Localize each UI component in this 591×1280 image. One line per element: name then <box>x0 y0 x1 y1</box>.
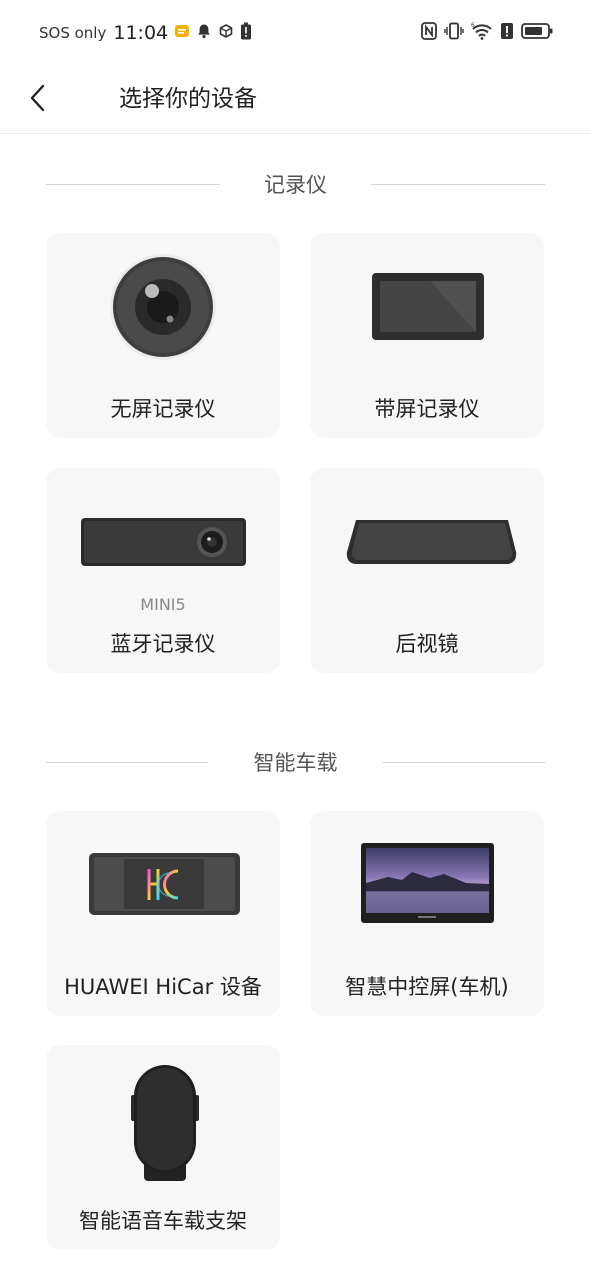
alert-battery-icon <box>240 22 252 44</box>
device-card-screen-recorder[interactable]: 带屏记录仪 <box>310 233 544 438</box>
status-time: 11:04 <box>113 22 169 44</box>
rearview-mirror-icon <box>346 520 517 564</box>
device-model: MINI5 <box>140 595 186 614</box>
device-name: 后视镜 <box>395 632 459 656</box>
device-card-rearview-mirror[interactable]: 后视镜 <box>310 468 544 673</box>
chevron-left-icon <box>30 84 45 112</box>
device-name: 无屏记录仪 <box>110 397 216 421</box>
status-right: 6 <box>421 22 553 44</box>
svg-text:6: 6 <box>471 22 475 29</box>
round-camera-icon <box>110 254 216 360</box>
page-title: 选择你的设备 <box>119 86 257 112</box>
vibrate-icon <box>444 22 464 44</box>
device-name: 智能语音车载支架 <box>79 1209 247 1233</box>
message-icon <box>174 23 190 43</box>
section-header-recorder: 记录仪 <box>46 169 545 199</box>
bell-icon <box>196 23 212 43</box>
device-card-center-console[interactable]: 智慧中控屏(车机) <box>310 811 544 1016</box>
center-console-screen-icon <box>361 843 494 923</box>
battery-icon <box>521 22 553 44</box>
section-label: 智能车载 <box>253 751 338 775</box>
section-label: 记录仪 <box>264 173 327 197</box>
wifi-icon: 6 <box>471 22 493 44</box>
hicar-display-icon <box>89 853 240 915</box>
box-icon <box>218 23 234 43</box>
device-name: 带屏记录仪 <box>374 397 480 421</box>
carrier-text: SOS only <box>39 24 107 42</box>
device-card-no-screen-recorder[interactable]: 无屏记录仪 <box>46 233 280 438</box>
section-header-smart-car: 智能车载 <box>46 747 545 777</box>
app-header: 选择你的设备 <box>0 66 591 134</box>
device-name: 智慧中控屏(车机) <box>345 975 509 999</box>
screen-recorder-icon <box>372 273 484 340</box>
device-card-hicar[interactable]: HUAWEI HiCar 设备 <box>46 811 280 1016</box>
back-button[interactable] <box>18 78 58 118</box>
device-name: 蓝牙记录仪 <box>110 632 216 656</box>
status-bar: SOS only 11:04 6 <box>0 0 591 66</box>
device-card-voice-holder[interactable]: 智能语音车载支架 <box>46 1045 280 1250</box>
device-name: HUAWEI HiCar 设备 <box>64 975 262 999</box>
phone-holder-icon <box>131 1065 199 1181</box>
nfc-icon <box>421 22 437 44</box>
device-card-bluetooth-recorder[interactable]: MINI5 蓝牙记录仪 <box>46 468 280 673</box>
warning-icon <box>500 22 514 44</box>
status-left: SOS only 11:04 <box>39 22 252 44</box>
